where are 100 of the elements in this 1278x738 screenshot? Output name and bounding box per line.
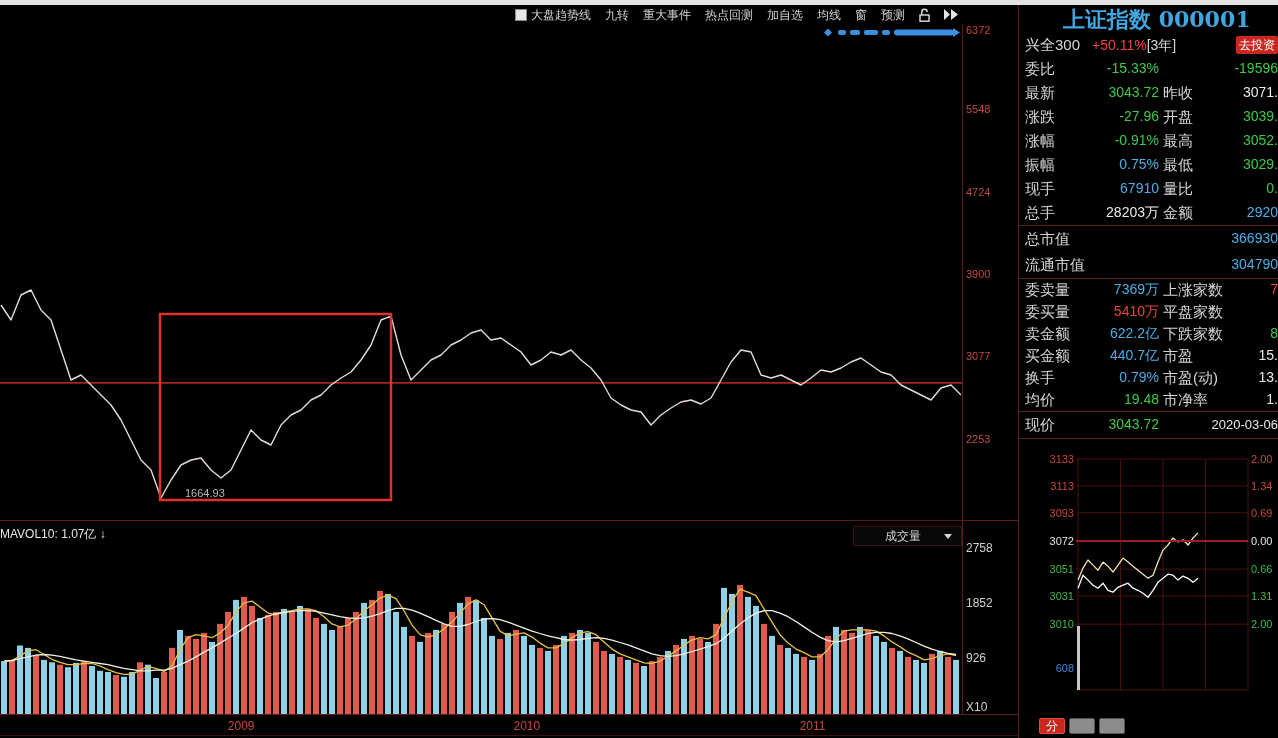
field-label: 委比 [1025, 60, 1055, 78]
field-value: 5410万 [1113, 304, 1159, 320]
volume-bar [657, 656, 663, 714]
period-tab[interactable]: 分 [1039, 718, 1065, 734]
volume-bar [641, 666, 647, 714]
volume-bar [89, 666, 95, 714]
field-value: 440.7亿 [1109, 348, 1159, 364]
field-value: 3039. [1242, 109, 1278, 125]
invest-button[interactable]: 去投资 [1236, 35, 1278, 55]
price-tick: 3113 [1050, 479, 1074, 492]
volume-bar [129, 672, 135, 714]
field-label: 换手 [1025, 369, 1055, 387]
volume-bar [625, 659, 631, 714]
field-value: 0. [1266, 181, 1278, 197]
field-value: 1. [1266, 392, 1278, 408]
field-label: 流通市值 [1025, 256, 1085, 274]
field-label: 昨收 [1162, 84, 1193, 102]
price-tick: 3093 [1049, 506, 1074, 519]
percent-tick: 0.00 [1251, 534, 1273, 547]
axis-label: 3077 [966, 350, 991, 363]
price-tick: 3051 [1049, 563, 1074, 576]
field-value: 8 [1270, 326, 1278, 342]
axis-label: 2009 [227, 719, 255, 733]
period-tab[interactable] [1069, 718, 1095, 734]
field-value: 67910 [1120, 181, 1159, 197]
field-value: 366930 [1231, 231, 1278, 247]
field-label: 现手 [1025, 180, 1055, 198]
fund-name: 兴全300 [1025, 34, 1081, 55]
price-tick: 3031 [1049, 590, 1074, 602]
field-label: 委买量 [1025, 303, 1070, 321]
field-label: 市净率 [1162, 391, 1208, 409]
toolbar-link[interactable]: 重大事件 [643, 8, 691, 21]
field-label: 市盈(动) [1162, 369, 1218, 387]
field-value: -27.96 [1119, 109, 1159, 125]
volume-bar [889, 647, 895, 714]
field-label: 振幅 [1025, 156, 1055, 174]
axis-label: 2011 [799, 719, 826, 733]
axis-label: 2253 [966, 432, 991, 445]
field-label: 卖金额 [1025, 325, 1070, 343]
volume-bar [953, 659, 959, 714]
field-value: 3043.72 [1108, 417, 1159, 433]
volume-bar [49, 662, 55, 714]
field-value: 0.75% [1119, 157, 1159, 173]
volume-bar [73, 662, 79, 714]
volume-bar [665, 650, 671, 714]
toolbar-link[interactable]: 加自选 [767, 8, 803, 21]
percent-tick: 1.34 [1251, 479, 1273, 492]
field-value: 13. [1258, 370, 1278, 386]
field-value: 15. [1258, 348, 1278, 364]
volume-bar [545, 650, 551, 714]
volume-bar [97, 670, 103, 714]
axis-label: 2010 [513, 719, 541, 733]
double-arrow-icon[interactable] [944, 9, 958, 20]
field-value: -19596 [1234, 61, 1278, 77]
toolbar-link[interactable]: 窗 [855, 8, 867, 21]
fund-period: [3年] [1146, 35, 1177, 55]
volume-bar [145, 664, 151, 714]
field-label: 最高 [1162, 132, 1193, 150]
quote-title: 上证指数 000001 [1062, 5, 1252, 33]
field-label: 平盘家数 [1162, 303, 1223, 321]
field-label: 涨幅 [1025, 132, 1055, 150]
axis-label: 1852 [966, 595, 993, 610]
volume-bar [137, 662, 143, 714]
field-label: 买金额 [1025, 347, 1070, 365]
zoom-scrollbar[interactable] [824, 28, 960, 37]
field-value: -15.33% [1106, 61, 1159, 77]
volume-bar [65, 667, 71, 714]
volume-bar [801, 656, 807, 714]
toolbar-link[interactable]: 热点回测 [705, 8, 753, 21]
volume-bar [17, 645, 23, 714]
field-label: 涨跌 [1025, 108, 1055, 126]
field-label: 下跌家数 [1162, 325, 1223, 343]
caret-icon [944, 533, 952, 539]
volume-bar [161, 672, 167, 714]
volume-bar [537, 647, 543, 714]
field-value: 19.48 [1123, 392, 1159, 408]
field-value: 3071. [1242, 85, 1278, 101]
volume-bar [57, 664, 63, 714]
price-tick: 3133 [1049, 453, 1074, 465]
toolbar-link[interactable]: 均线 [817, 8, 841, 21]
volume-bar [1, 661, 7, 714]
date-label: 2020-03-06 [1211, 417, 1278, 433]
field-value: 622.2亿 [1109, 326, 1159, 342]
toolbar-link[interactable]: 大盘趋势线 [531, 8, 591, 21]
axis-label: 6372 [966, 24, 991, 36]
period-tab[interactable] [1099, 718, 1125, 734]
axis-label: 4724 [966, 185, 991, 198]
field-value: 2920 [1246, 205, 1278, 221]
axis-label: 5548 [966, 103, 991, 116]
field-value: 28203万 [1106, 205, 1159, 221]
toolbar-link[interactable]: 预测 [881, 8, 905, 21]
axis-label: X10 [966, 700, 988, 714]
field-value: 304790 [1231, 257, 1278, 273]
lock-icon[interactable] [919, 7, 930, 22]
toolbar-link[interactable]: 九转 [605, 8, 629, 21]
field-value: 3052. [1242, 133, 1278, 149]
checkbox[interactable] [515, 8, 527, 21]
volume-bar [913, 659, 919, 714]
indicator-dropdown[interactable]: 成交量 [853, 526, 962, 546]
percent-tick: 2.00 [1251, 618, 1273, 631]
